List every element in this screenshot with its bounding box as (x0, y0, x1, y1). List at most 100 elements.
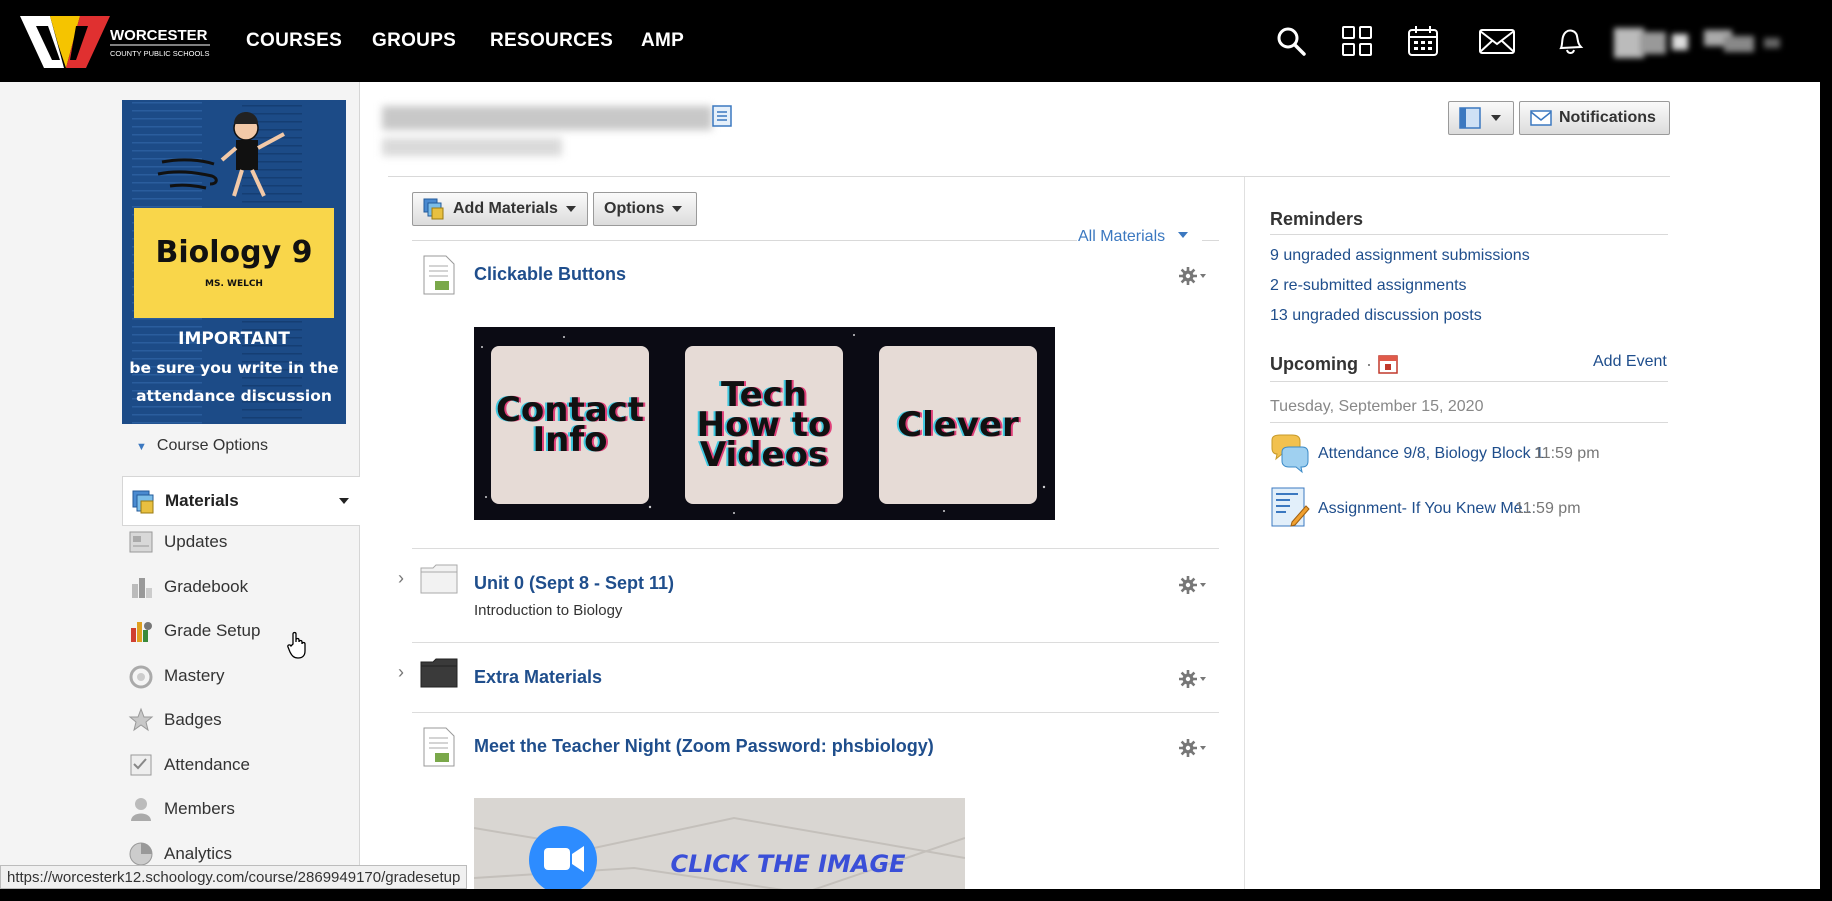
gear-icon[interactable] (1178, 738, 1208, 758)
notifications-label: Notifications (1559, 109, 1656, 126)
banner-message-line1: be sure you write in the (129, 359, 338, 377)
main-content: Notifications Add Materials Options All … (360, 82, 1693, 901)
options-button[interactable]: Options (593, 192, 697, 226)
all-materials-label: All Materials (1078, 228, 1166, 245)
gear-icon[interactable] (1178, 266, 1208, 286)
add-event-link[interactable]: Add Event (1593, 353, 1667, 371)
discussion-icon (1270, 434, 1310, 474)
sidebar-item-materials[interactable]: Materials (122, 476, 360, 526)
reminders-heading: Reminders (1270, 209, 1364, 229)
screen: { "brand": { "logo_main": "WORCESTER", "… (0, 0, 1832, 901)
banner-teacher: MS. WELCH (205, 279, 263, 289)
search-icon[interactable] (1274, 24, 1308, 58)
chevron-down-icon (565, 206, 576, 212)
event-assignment[interactable]: Assignment- If You Knew Me... (1318, 500, 1536, 518)
upcoming-date: Tuesday, September 15, 2020 (1270, 398, 1484, 415)
folder-icon (420, 658, 458, 688)
view-toggle-button[interactable] (1448, 101, 1514, 135)
course-profile-icon[interactable] (711, 104, 733, 128)
divider (1270, 422, 1668, 423)
clever-button[interactable]: Clever (879, 346, 1037, 504)
sidebar-item-attendance[interactable]: Attendance (128, 748, 250, 782)
event-attendance[interactable]: Attendance 9/8, Biology Block 1 (1318, 445, 1544, 463)
divider (1202, 240, 1219, 241)
sidebar-item-updates[interactable]: Updates (128, 525, 227, 559)
folder-icon (420, 564, 458, 594)
sidebar-item-grade-setup[interactable]: Grade Setup (128, 614, 260, 648)
sidebar-item-badges[interactable]: Badges (128, 703, 222, 737)
page-margin (1693, 82, 1820, 901)
sidebar-item-label: Mastery (164, 666, 225, 685)
calendar-icon[interactable] (1377, 353, 1399, 375)
reminder-ungraded-submissions[interactable]: 9 ungraded assignment submissions (1270, 247, 1530, 265)
bell-icon[interactable] (1552, 24, 1586, 58)
contact-info-button[interactable]: Contact Info (491, 346, 649, 504)
material-title-meet-the-teacher[interactable]: Meet the Teacher Night (Zoom Password: p… (474, 736, 934, 757)
column-divider (1244, 177, 1245, 901)
reminder-resubmitted[interactable]: 2 re-submitted assignments (1270, 277, 1467, 295)
chevron-down-icon (1177, 232, 1188, 238)
material-title-extra-materials[interactable]: Extra Materials (474, 667, 602, 688)
mastery-icon (128, 663, 154, 689)
sidebar-item-label: Members (164, 799, 235, 818)
divider (412, 712, 1219, 713)
tech-how-to-videos-button[interactable]: Tech How to Videos (685, 346, 843, 504)
clickable-buttons-image: Contact Info Tech How to Videos Clever (474, 327, 1055, 520)
district-logo[interactable]: WORCESTER COUNTY PUBLIC SCHOOLS (14, 14, 214, 70)
materials-icon (131, 489, 157, 515)
divider (412, 240, 1077, 241)
banner-important: IMPORTANT (178, 329, 290, 349)
gear-icon[interactable] (1178, 669, 1208, 689)
divider (412, 548, 1219, 549)
nav-amp[interactable]: AMP (641, 30, 684, 52)
material-title-clickable-buttons[interactable]: Clickable Buttons (474, 264, 626, 285)
material-subtitle: Introduction to Biology (474, 602, 623, 619)
user-account-menu[interactable] (1614, 22, 1794, 64)
notifications-button[interactable]: Notifications (1519, 101, 1670, 135)
options-label: Options (604, 200, 665, 217)
nav-groups[interactable]: GROUPS (372, 30, 456, 52)
window-edge (1820, 82, 1832, 901)
sidebar-item-gradebook[interactable]: Gradebook (128, 570, 248, 604)
upcoming-heading: Upcoming (1270, 354, 1358, 374)
add-materials-button[interactable]: Add Materials (412, 192, 588, 226)
divider (1270, 234, 1668, 235)
mail-icon[interactable] (1478, 24, 1516, 58)
all-materials-filter[interactable]: All Materials (1078, 228, 1188, 246)
course-sidebar: Biology 9 MS. WELCH IMPORTANT be sure yo… (0, 82, 360, 901)
event-time: 11:59 pm (1515, 500, 1581, 517)
window-edge (0, 889, 1832, 901)
chevron-down-icon (1491, 115, 1501, 121)
logo-main-text: WORCESTER (110, 27, 208, 44)
zoom-image-caption: CLICK THE IMAGE (670, 850, 906, 878)
apps-grid-icon[interactable] (1340, 24, 1374, 58)
calendar-icon[interactable] (1406, 24, 1440, 58)
chevron-right-icon[interactable]: › (398, 568, 404, 589)
material-title-unit-0[interactable]: Unit 0 (Sept 8 - Sept 11) (474, 573, 674, 594)
add-materials-icon (423, 198, 445, 220)
sidebar-item-members[interactable]: Members (128, 792, 235, 826)
sidebar-item-label: Badges (164, 710, 222, 729)
sidebar-item-label: Gradebook (164, 577, 249, 596)
sidebar-item-mastery[interactable]: Mastery (128, 659, 224, 693)
nav-courses[interactable]: COURSES (246, 30, 342, 52)
browser-status-bar: https://worcesterk12.schoology.com/cours… (0, 865, 468, 889)
chevron-right-icon[interactable]: › (398, 662, 404, 683)
sidebar-item-label: Updates (164, 532, 228, 551)
course-options-label: Course Options (156, 437, 269, 454)
hand-cursor-icon (286, 630, 310, 660)
divider (412, 642, 1219, 643)
reminder-ungraded-discussion[interactable]: 13 ungraded discussion posts (1270, 307, 1482, 325)
divider (388, 176, 1670, 177)
page-document-icon (422, 726, 456, 768)
course-options-toggle[interactable]: ▼ Course Options (136, 437, 268, 455)
zoom-link-image[interactable]: CLICK THE IMAGE (474, 798, 965, 901)
updates-icon (128, 529, 154, 555)
chevron-down-icon[interactable] (339, 498, 349, 504)
upcoming-separator: · (1366, 354, 1372, 374)
gear-icon[interactable] (1178, 575, 1208, 595)
chevron-down-icon (672, 206, 683, 212)
gradebook-icon (128, 574, 154, 600)
nav-resources[interactable]: RESOURCES (490, 30, 613, 52)
analytics-icon (128, 841, 154, 867)
